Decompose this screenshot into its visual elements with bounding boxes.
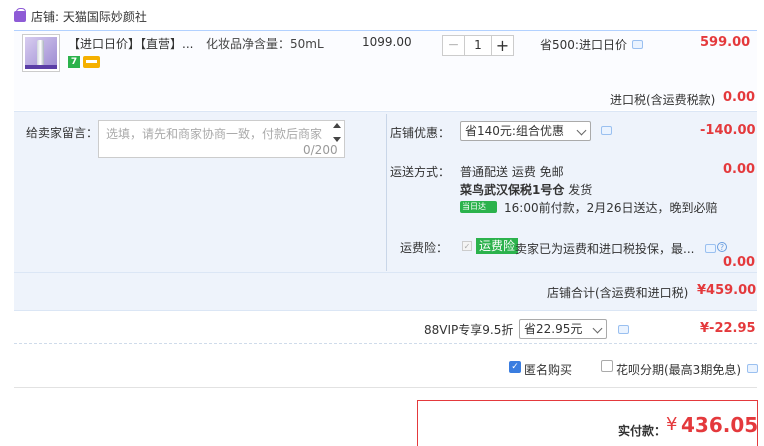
vip-info-icon[interactable]	[618, 325, 629, 334]
scroll-up-arrow-icon[interactable]	[333, 123, 341, 128]
payment-label: 实付款：	[618, 424, 667, 438]
shop-icon	[14, 8, 26, 22]
quantity-increase-button[interactable]: +	[491, 36, 513, 55]
shop-total-label: 店铺合计(含运费和进口税)	[547, 286, 689, 300]
import-tax-value: 0.00	[723, 90, 756, 105]
shipping-warehouse: 菜鸟武汉保税1号仓 发货	[460, 181, 592, 198]
credit-card-icon	[83, 56, 100, 68]
quantity-decrease-button[interactable]: −	[443, 36, 465, 55]
import-tax-label: 进口税(含运费税款)	[610, 93, 716, 107]
message-char-count: 0/200	[303, 143, 338, 157]
message-label: 给卖家留言：	[26, 126, 99, 140]
delivery-estimate: 16:00前付款，2月26日送达，晚到必赔	[504, 201, 718, 215]
payment-amount: 436.05	[681, 413, 759, 437]
ship-text: 发货	[568, 183, 593, 197]
divider	[386, 114, 387, 271]
quantity-stepper: − 1 +	[442, 35, 514, 56]
promo-info-icon[interactable]	[632, 40, 643, 49]
shop-discount-value: -140.00	[700, 123, 756, 138]
insurance-label: 运费险：	[400, 241, 449, 255]
shop-discount-selected: 省140元:组合优惠	[465, 124, 564, 138]
shipping-method: 普通配送 运费 免邮	[460, 165, 564, 179]
anonymous-checkbox[interactable]: ✓	[509, 361, 521, 373]
insurance-value: 0.00	[723, 255, 756, 270]
product-spec: 化妆品净含量：50mL	[206, 37, 324, 51]
vip-discount-label: 88VIP专享9.5折	[424, 323, 514, 337]
discount-info-icon[interactable]	[601, 126, 612, 135]
quantity-input[interactable]: 1	[465, 36, 491, 55]
anonymous-label[interactable]: 匿名购买	[524, 361, 572, 378]
shop-discount-select[interactable]: 省140元:组合优惠	[460, 121, 591, 141]
scroll-down-arrow-icon[interactable]	[333, 137, 341, 142]
vip-discount-value: ¥-22.95	[700, 321, 756, 336]
help-icon[interactable]: ?	[717, 242, 727, 252]
chevron-down-icon	[576, 125, 587, 136]
product-title[interactable]: 【进口日价】【直营】...	[68, 35, 200, 52]
divider	[14, 343, 757, 344]
same-day-badge: 当日达	[460, 201, 497, 213]
insurance-tag: 运费险	[476, 238, 519, 254]
product-thumbnail[interactable]	[22, 34, 60, 72]
message-placeholder: 选填，请先和商家协商一致，付款后商家	[106, 127, 323, 141]
shop-name[interactable]: 店铺: 天猫国际妙颜社	[31, 8, 147, 25]
chevron-down-icon	[592, 323, 603, 334]
seven-day-return-badge: 7	[68, 56, 80, 68]
shipping-fee: 0.00	[723, 162, 756, 177]
huabei-checkbox[interactable]	[601, 360, 613, 372]
insurance-info-icon[interactable]	[705, 244, 716, 253]
shop-total-value: ¥459.00	[697, 283, 757, 298]
vip-discount-select[interactable]: 省22.95元	[519, 319, 607, 339]
payment-currency: ¥	[666, 414, 678, 435]
huabei-label[interactable]: 花呗分期(最高3期免息)	[616, 361, 741, 378]
item-promo: 省500:进口日价	[540, 38, 627, 52]
divider	[14, 387, 757, 388]
vip-discount-selected: 省22.95元	[524, 322, 583, 336]
unit-price: 1099.00	[362, 35, 412, 49]
shop-discount-label: 店铺优惠：	[390, 126, 451, 140]
shipping-label: 运送方式：	[390, 165, 451, 179]
insurance-checkbox[interactable]: ✓	[462, 241, 472, 251]
warehouse-name: 菜鸟武汉保税1号仓	[460, 183, 565, 197]
item-subtotal: 599.00	[700, 35, 751, 50]
insurance-text: 卖家已为运费和进口税投保，最...	[515, 242, 695, 256]
huabei-info-icon[interactable]	[747, 364, 758, 373]
